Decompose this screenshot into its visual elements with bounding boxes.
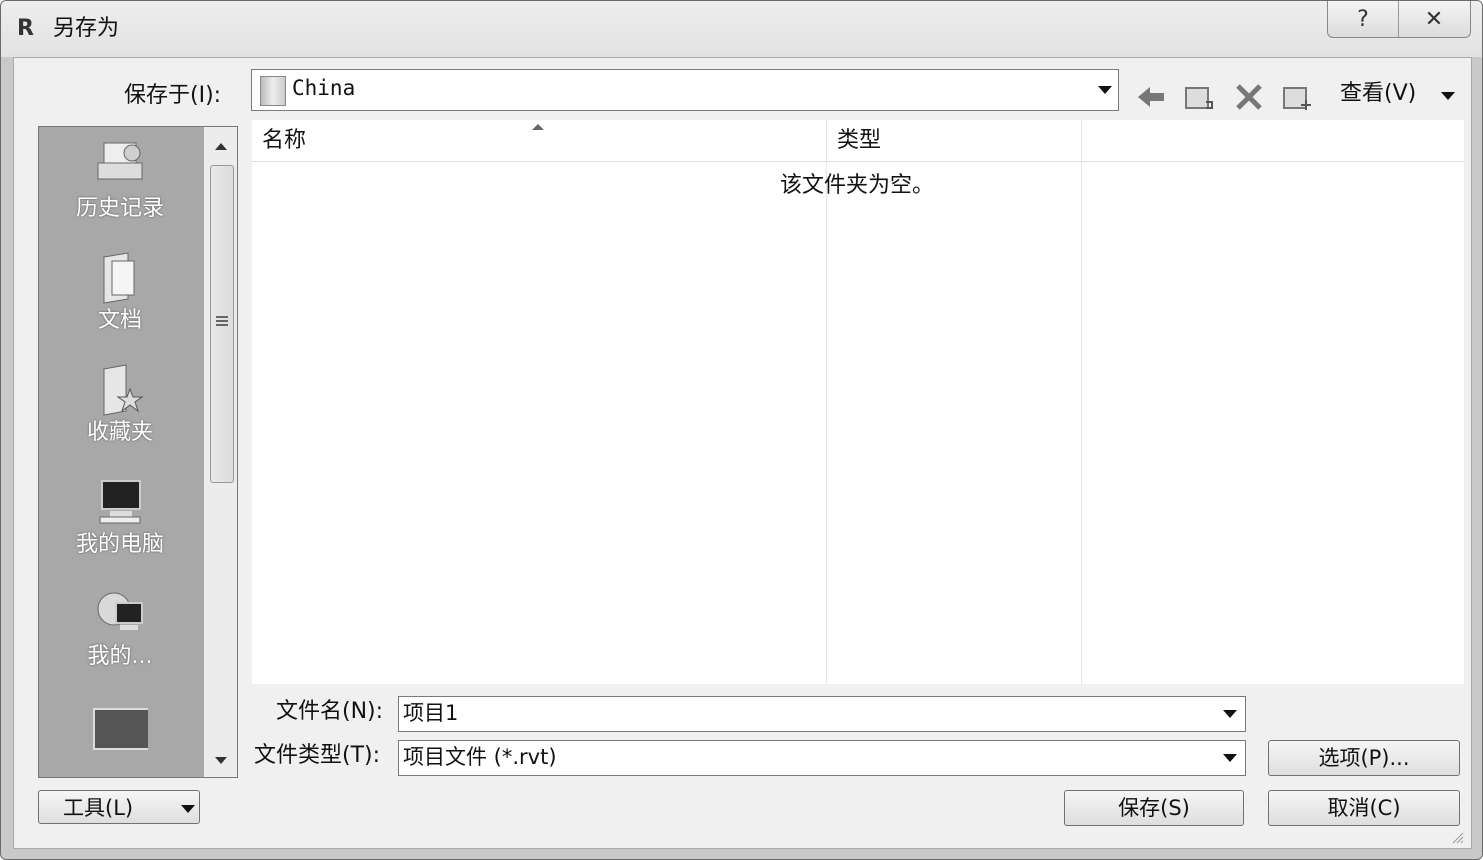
view-menu-button[interactable]: 查看(V) <box>1340 80 1416 108</box>
up-folder-icon[interactable] <box>1182 80 1216 114</box>
save-in-label: 保存于(I): <box>124 83 222 108</box>
column-divider[interactable] <box>826 120 827 684</box>
favorites-icon <box>92 361 148 417</box>
place-history[interactable]: 历史记录 <box>39 137 201 223</box>
network-icon <box>92 585 148 641</box>
cancel-button[interactable]: 取消(C) <box>1268 790 1460 826</box>
close-button[interactable]: ✕ <box>1398 1 1469 37</box>
chevron-down-icon[interactable] <box>1098 86 1112 94</box>
title-bar: R 另存为 ? ✕ <box>1 1 1482 57</box>
place-label: 我的... <box>87 644 153 669</box>
view-menu-chevron-icon[interactable] <box>1441 92 1455 100</box>
scroll-thumb[interactable] <box>210 165 234 483</box>
save-in-dropdown[interactable]: China <box>251 69 1119 111</box>
grip-icon <box>216 316 228 318</box>
place-desktop[interactable] <box>39 701 201 757</box>
place-label: 历史记录 <box>75 196 164 221</box>
save-button[interactable]: 保存(S) <box>1064 790 1244 826</box>
folder-icon <box>260 76 286 106</box>
column-divider[interactable] <box>1081 120 1082 684</box>
tools-button[interactable]: 工具(L) <box>38 790 200 824</box>
tools-chevron-icon[interactable] <box>181 805 195 813</box>
resize-grip-icon[interactable] <box>1450 830 1464 844</box>
place-favorites[interactable]: 收藏夹 <box>39 361 201 447</box>
places-bar: 历史记录 文档 收藏夹 我的电脑 我的... <box>38 126 238 778</box>
place-network[interactable]: 我的... <box>39 585 201 671</box>
place-label: 我的电脑 <box>75 532 164 557</box>
options-button[interactable]: 选项(P)... <box>1268 740 1460 776</box>
place-documents[interactable]: 文档 <box>39 249 201 335</box>
file-type-dropdown[interactable]: 项目文件 (*.rvt) <box>398 740 1246 776</box>
save-as-dialog: R 另存为 ? ✕ 保存于(I): China 查看(V) 历史记录 文档 收藏… <box>0 0 1483 860</box>
documents-icon <box>92 249 148 305</box>
column-header-empty <box>1082 120 1464 162</box>
place-label: 文档 <box>97 308 142 333</box>
computer-icon <box>92 473 148 529</box>
history-icon <box>92 137 148 193</box>
new-folder-icon[interactable] <box>1280 80 1314 114</box>
file-type-label: 文件类型(T): <box>254 743 381 768</box>
tools-label: 工具(L) <box>63 796 134 820</box>
file-name-label: 文件名(N): <box>276 699 384 724</box>
sort-asc-icon <box>532 124 544 130</box>
dialog-body: 保存于(I): China 查看(V) 历史记录 文档 收藏夹 我的电脑 我的.… <box>13 57 1472 849</box>
revit-app-icon: R <box>17 16 34 41</box>
file-name-input[interactable]: 项目1 <box>398 696 1246 732</box>
file-name-value: 项目1 <box>403 701 459 725</box>
place-my-computer[interactable]: 我的电脑 <box>39 473 201 559</box>
back-arrow-icon[interactable] <box>1134 80 1168 114</box>
scroll-down-arrow-icon[interactable] <box>215 757 227 764</box>
places-scrollbar[interactable] <box>203 127 237 777</box>
file-type-value: 项目文件 (*.rvt) <box>403 745 557 769</box>
file-list[interactable]: 名称 类型 该文件夹为空。 <box>252 120 1464 684</box>
help-button[interactable]: ? <box>1328 1 1398 37</box>
dialog-title: 另存为 <box>53 16 120 41</box>
title-bar-buttons: ? ✕ <box>1327 1 1471 38</box>
save-in-value: China <box>292 76 356 100</box>
file-type-chevron-icon[interactable] <box>1223 754 1237 762</box>
file-name-chevron-icon[interactable] <box>1223 710 1237 718</box>
scroll-up-arrow-icon[interactable] <box>215 143 227 150</box>
column-header-type[interactable]: 类型 <box>827 120 1081 162</box>
place-label: 收藏夹 <box>86 420 153 445</box>
empty-folder-message: 该文件夹为空。 <box>780 173 935 198</box>
delete-icon[interactable] <box>1232 80 1266 114</box>
desktop-icon <box>92 701 148 757</box>
